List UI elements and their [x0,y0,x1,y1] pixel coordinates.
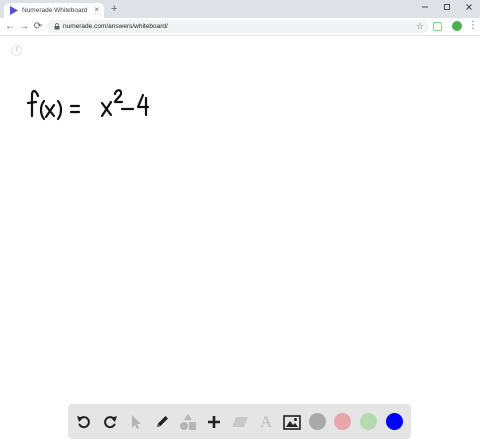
reload-button[interactable]: ⟳ [32,20,44,33]
pencil-icon[interactable] [151,411,173,433]
browser-menu-icon[interactable]: ⋮ [468,20,478,32]
extension-icon[interactable] [433,22,442,31]
url-text: numerade.com/answers/whiteboard/ [63,23,168,30]
browser-tab[interactable]: Numerade Whiteboard × [4,3,104,18]
color-swatch-blue[interactable] [386,413,403,430]
shapes-icon[interactable] [177,411,199,433]
forward-button[interactable]: → [18,20,30,33]
browser-titlebar: Numerade Whiteboard × + [0,0,480,18]
profile-avatar[interactable] [452,21,462,31]
maximize-icon[interactable] [436,0,458,14]
image-icon[interactable] [281,411,303,433]
tab-close-icon[interactable]: × [94,4,99,16]
back-button[interactable]: ← [4,20,16,33]
pointer-icon[interactable] [125,411,147,433]
address-bar[interactable]: numerade.com/answers/whiteboard/ ☆ [47,20,429,33]
color-swatch-gray[interactable] [309,413,326,430]
plus-icon[interactable] [203,411,225,433]
numerade-play-icon [10,6,18,15]
tool-palette: A [68,404,411,439]
page-indicator[interactable]: 1 [11,45,22,56]
color-swatch-green[interactable] [360,413,377,430]
text-icon[interactable]: A [255,411,277,433]
color-swatch-pink[interactable] [334,413,351,430]
bookmark-star-icon[interactable]: ☆ [416,20,424,33]
tab-title: Numerade Whiteboard [22,7,88,14]
window-controls [414,0,480,14]
handwritten-expression [26,89,150,121]
new-tab-icon[interactable]: + [111,2,117,16]
eraser-icon[interactable] [229,411,251,433]
browser-toolbar: ← → ⟳ numerade.com/answers/whiteboard/ ☆ [0,18,480,36]
undo-icon[interactable] [73,411,95,433]
minimize-icon[interactable] [414,0,436,14]
redo-icon[interactable] [99,411,121,433]
text-tool-glyph: A [259,412,273,431]
lock-icon [54,23,60,30]
close-icon[interactable] [458,0,480,14]
